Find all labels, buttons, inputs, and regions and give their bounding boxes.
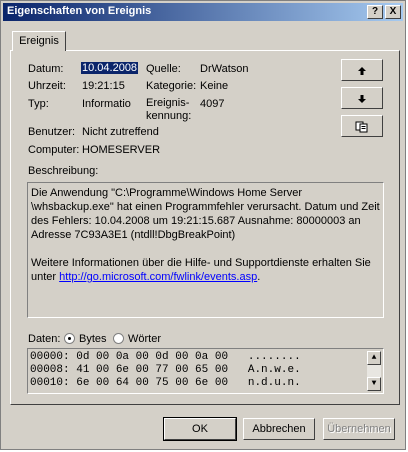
- arrow-down-icon: [358, 94, 366, 103]
- typ-value: Informatio: [82, 98, 131, 110]
- apply-button[interactable]: Übernehmen: [323, 418, 395, 440]
- description-label: Beschreibung:: [28, 165, 99, 177]
- hex-row: 00010: 6e 00 64 00 75 00 6e 00 n.d.u.n.: [30, 377, 301, 389]
- benutzer-value: Nicht zutreffend: [82, 126, 159, 138]
- help-button[interactable]: ?: [367, 5, 383, 19]
- cancel-button[interactable]: Abbrechen: [243, 418, 315, 440]
- hex-scrollbar[interactable]: ▲ ▼: [367, 351, 381, 391]
- computer-label: Computer:: [28, 144, 80, 156]
- kennung-label-1: Ereignis-: [146, 97, 190, 109]
- tab-label: Ereignis: [19, 35, 59, 47]
- uhrzeit-label: Uhrzeit:: [28, 80, 66, 92]
- hex-row: 00008: 41 00 6e 00 77 00 65 00 A.n.w.e.: [30, 364, 301, 376]
- datum-label: Datum:: [28, 63, 64, 75]
- arrow-up-icon: [358, 66, 366, 75]
- hex-data-box[interactable]: 00000: 0d 00 0a 00 0d 00 0a 00 ........ …: [27, 348, 384, 394]
- data-label: Daten:: [28, 333, 61, 345]
- words-radio-label[interactable]: Wörter: [128, 333, 161, 345]
- kategorie-value: Keine: [200, 80, 229, 92]
- typ-label: Typ:: [28, 98, 49, 110]
- dialog-window: Eigenschaften von Ereignis ? X Ereignis …: [0, 0, 406, 450]
- title-bar[interactable]: Eigenschaften von Ereignis ? X: [3, 3, 403, 21]
- computer-value: HOMESERVER: [82, 144, 161, 156]
- description-text: Die Anwendung "C:\Programme\Windows Home…: [31, 187, 380, 241]
- quelle-label: Quelle:: [146, 63, 181, 75]
- close-button[interactable]: X: [385, 5, 401, 19]
- datum-value[interactable]: 10.04.2008: [81, 62, 139, 74]
- copy-button[interactable]: [341, 115, 383, 137]
- words-radio[interactable]: [113, 333, 124, 344]
- bytes-radio-label[interactable]: Bytes: [79, 333, 107, 345]
- window-title: Eigenschaften von Ereignis: [7, 5, 152, 17]
- scroll-down-icon[interactable]: ▼: [367, 377, 381, 391]
- next-event-button[interactable]: [341, 87, 383, 109]
- description-box[interactable]: Die Anwendung "C:\Programme\Windows Home…: [27, 182, 384, 318]
- kategorie-label: Kategorie:: [146, 80, 197, 92]
- benutzer-label: Benutzer:: [28, 126, 76, 138]
- ok-button[interactable]: OK: [163, 417, 237, 441]
- bytes-radio[interactable]: [64, 333, 75, 344]
- kennung-value: 4097: [200, 98, 225, 110]
- help-link[interactable]: http://go.microsoft.com/fwlink/events.as…: [59, 271, 257, 283]
- hex-row: 00000: 0d 00 0a 00 0d 00 0a 00 ........: [30, 351, 301, 363]
- tab-ereignis[interactable]: Ereignis: [12, 31, 66, 51]
- description-more-info: Weitere Informationen über die Hilfe- un…: [31, 257, 371, 283]
- kennung-label-2: kennung:: [146, 110, 192, 122]
- previous-event-button[interactable]: [341, 59, 383, 81]
- uhrzeit-value: 19:21:15: [82, 80, 125, 92]
- quelle-value: DrWatson: [200, 63, 249, 75]
- scroll-up-icon[interactable]: ▲: [367, 351, 381, 365]
- copy-icon: [355, 121, 368, 133]
